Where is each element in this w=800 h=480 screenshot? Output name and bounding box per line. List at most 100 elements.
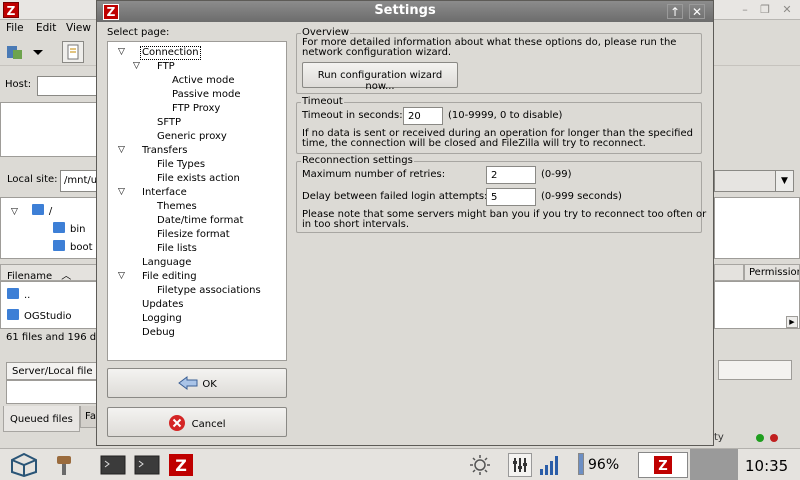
menu-view[interactable]: View [66,22,91,34]
menu-edit[interactable]: Edit [36,22,56,34]
back-arrow-icon [177,375,199,394]
reconnection-note: in too short intervals. [302,219,410,230]
remote-dir-tree[interactable] [714,197,800,259]
network-signal-icon[interactable] [538,453,560,477]
overview-group: Overview For more detailed information a… [296,27,702,94]
folder-icon [7,309,19,320]
local-dir-tree[interactable]: ▽ / bin boot [0,197,98,259]
toggle-log-icon[interactable] [62,41,84,63]
tree-item-datetime-format[interactable]: Date/time format [157,215,243,227]
queue-list[interactable] [6,380,98,404]
cancel-icon [168,414,188,435]
tree-item-passive-mode[interactable]: Passive mode [172,89,241,101]
filename-column-header[interactable]: Filename ︿ [0,264,98,282]
filezilla-launcher-icon[interactable]: Z [168,453,194,477]
activity-led-red-icon [770,434,778,442]
clock: 10:35 [745,457,789,475]
settings-tool-icon[interactable] [52,453,76,477]
tree-item-ftp[interactable]: FTP [157,61,175,73]
tree-item-debug[interactable]: Debug [142,327,175,339]
tree-item-sftp[interactable]: SFTP [157,117,181,129]
taskbar-filezilla-window[interactable]: Z [638,452,688,478]
tree-item-updates[interactable]: Updates [142,299,183,311]
menu-file[interactable]: File [6,22,24,34]
equalizer-icon[interactable] [508,453,532,477]
folder-icon [53,240,65,251]
expand-arrow-icon[interactable]: ▽ [133,61,140,71]
timeout-hint: (10-9999, 0 to disable) [448,110,563,121]
list-item[interactable]: .. [7,288,30,301]
battery-percentage: 96% [588,457,620,473]
maximize-icon[interactable]: ❐ [758,3,772,17]
tree-row[interactable]: ▽ / [11,204,52,217]
reconnection-title: Reconnection settings [301,155,414,166]
minimize-icon[interactable]: – [738,3,752,17]
battery-icon [578,453,584,475]
tree-item-active-mode[interactable]: Active mode [172,75,234,87]
shade-up-icon[interactable]: ↑ [667,4,683,19]
tree-item-logging[interactable]: Logging [142,313,182,325]
chevron-down-icon[interactable]: ▼ [775,171,793,191]
tree-row[interactable]: boot [53,240,93,253]
list-item[interactable]: OGStudio [7,309,71,322]
activity-led-green-icon [756,434,764,442]
terminal-icon[interactable] [134,453,160,477]
tree-row[interactable]: bin [53,222,85,235]
remote-column-header[interactable] [714,264,744,281]
tree-item-file-lists[interactable]: File lists [157,243,197,255]
expand-arrow-icon[interactable]: ▽ [118,145,125,155]
delay-input[interactable]: 5 [486,188,536,206]
settings-page-tree[interactable]: ▽ Connection ▽ FTP Active mode Passive m… [107,41,287,361]
ok-button[interactable]: OK [107,368,287,398]
cancel-button[interactable]: Cancel [107,407,287,437]
app-menu-icon[interactable] [10,452,38,478]
local-site-input[interactable]: /mnt/u [60,170,98,192]
svg-text:Z: Z [175,456,187,475]
site-manager-icon[interactable] [4,41,26,63]
timeout-input[interactable]: 20 [403,107,443,125]
tree-item-ftp-proxy[interactable]: FTP Proxy [172,103,220,115]
permissions-column-header[interactable]: Permission [744,264,800,281]
tree-item-language[interactable]: Language [142,257,191,269]
svg-text:Z: Z [658,459,667,474]
tree-item-filetype-associations[interactable]: Filetype associations [157,285,261,297]
folder-icon [53,222,65,233]
expand-arrow-icon[interactable]: ▽ [118,187,125,197]
folder-icon [7,288,19,299]
tree-item-connection[interactable]: Connection [140,46,201,60]
tab-queued-files[interactable]: Queued files [3,406,80,432]
queue-remote-field [718,360,792,380]
run-wizard-button[interactable]: Run configuration wizard now... [302,62,458,92]
tree-item-file-types[interactable]: File Types [157,159,205,171]
taskbar-window-slot[interactable] [690,449,738,480]
host-label: Host: [5,79,32,90]
queue-column-header[interactable]: Server/Local file [6,362,98,380]
retries-input[interactable]: 2 [486,166,536,184]
toolbar-icon[interactable] [86,41,96,63]
tree-item-interface[interactable]: Interface [142,187,187,199]
tree-item-file-exists-action[interactable]: File exists action [157,173,240,185]
filezilla-logo-icon: Z [3,2,19,18]
scroll-right-icon[interactable]: ▶ [786,316,798,328]
tree-item-transfers[interactable]: Transfers [142,145,187,157]
remote-site-combo[interactable]: ▼ [714,170,794,192]
site-dropdown-icon[interactable] [28,41,50,63]
timeout-note: time, the connection will be closed and … [302,138,646,149]
expand-arrow-icon[interactable]: ▽ [118,47,125,57]
close-icon[interactable]: ✕ [780,3,794,17]
terminal-icon[interactable] [100,453,126,477]
delay-label: Delay between failed login attempts: [302,191,488,202]
message-log [0,102,98,157]
status-text: ty [714,432,724,443]
tree-item-filesize-format[interactable]: Filesize format [157,229,230,241]
tree-item-file-editing[interactable]: File editing [142,271,197,283]
timeout-group: Timeout Timeout in seconds: 20 (10-9999,… [296,96,702,154]
local-file-list[interactable]: .. OGStudio [0,281,98,329]
host-input[interactable] [37,76,97,96]
tree-item-themes[interactable]: Themes [157,201,197,213]
dialog-titlebar[interactable]: Z Settings ↑ ✕ [97,1,713,22]
expand-arrow-icon[interactable]: ▽ [118,271,125,281]
close-icon[interactable]: ✕ [689,4,705,19]
brightness-icon[interactable] [468,453,492,477]
tree-item-generic-proxy[interactable]: Generic proxy [157,131,227,143]
